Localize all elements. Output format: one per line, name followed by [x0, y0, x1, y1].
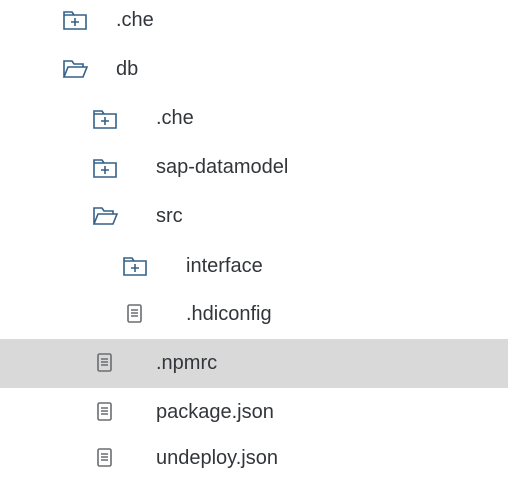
tree-item-label: .che — [156, 107, 194, 129]
tree-item-hdiconfig[interactable]: .hdiconfig — [0, 290, 508, 339]
tree-item-label: package.json — [156, 401, 274, 423]
tree-item-db[interactable]: db — [0, 45, 508, 94]
folder-closed-icon — [122, 254, 148, 278]
tree-item-label: .che — [116, 9, 154, 31]
tree-item-npmrc[interactable]: .npmrc — [0, 339, 508, 388]
tree-item-label: .hdiconfig — [186, 303, 272, 325]
folder-open-icon — [92, 204, 118, 228]
tree-item-label: db — [116, 58, 139, 80]
tree-item-che[interactable]: .che — [0, 94, 508, 143]
tree-item-label: sap-datamodel — [156, 156, 289, 178]
file-tree: .che db .che sap-datamodel src interface — [0, 0, 508, 471]
tree-item-undeploy-json[interactable]: undeploy.json — [0, 434, 508, 483]
tree-item-che[interactable]: .che — [0, 0, 508, 45]
tree-item-sap-datamodel[interactable]: sap-datamodel — [0, 143, 508, 192]
file-icon — [122, 302, 148, 326]
folder-closed-icon — [92, 107, 118, 131]
tree-item-label: .npmrc — [156, 352, 218, 374]
tree-item-label: interface — [186, 255, 263, 277]
tree-item-interface[interactable]: interface — [0, 241, 508, 290]
file-icon — [92, 446, 118, 470]
tree-item-package-json[interactable]: package.json — [0, 388, 508, 437]
file-icon — [92, 400, 118, 424]
folder-closed-icon — [62, 8, 88, 32]
tree-item-src[interactable]: src — [0, 192, 508, 241]
tree-item-label: src — [156, 205, 183, 227]
folder-open-icon — [62, 57, 88, 81]
folder-closed-icon — [92, 156, 118, 180]
file-icon — [92, 351, 118, 375]
tree-item-label: undeploy.json — [156, 447, 278, 469]
